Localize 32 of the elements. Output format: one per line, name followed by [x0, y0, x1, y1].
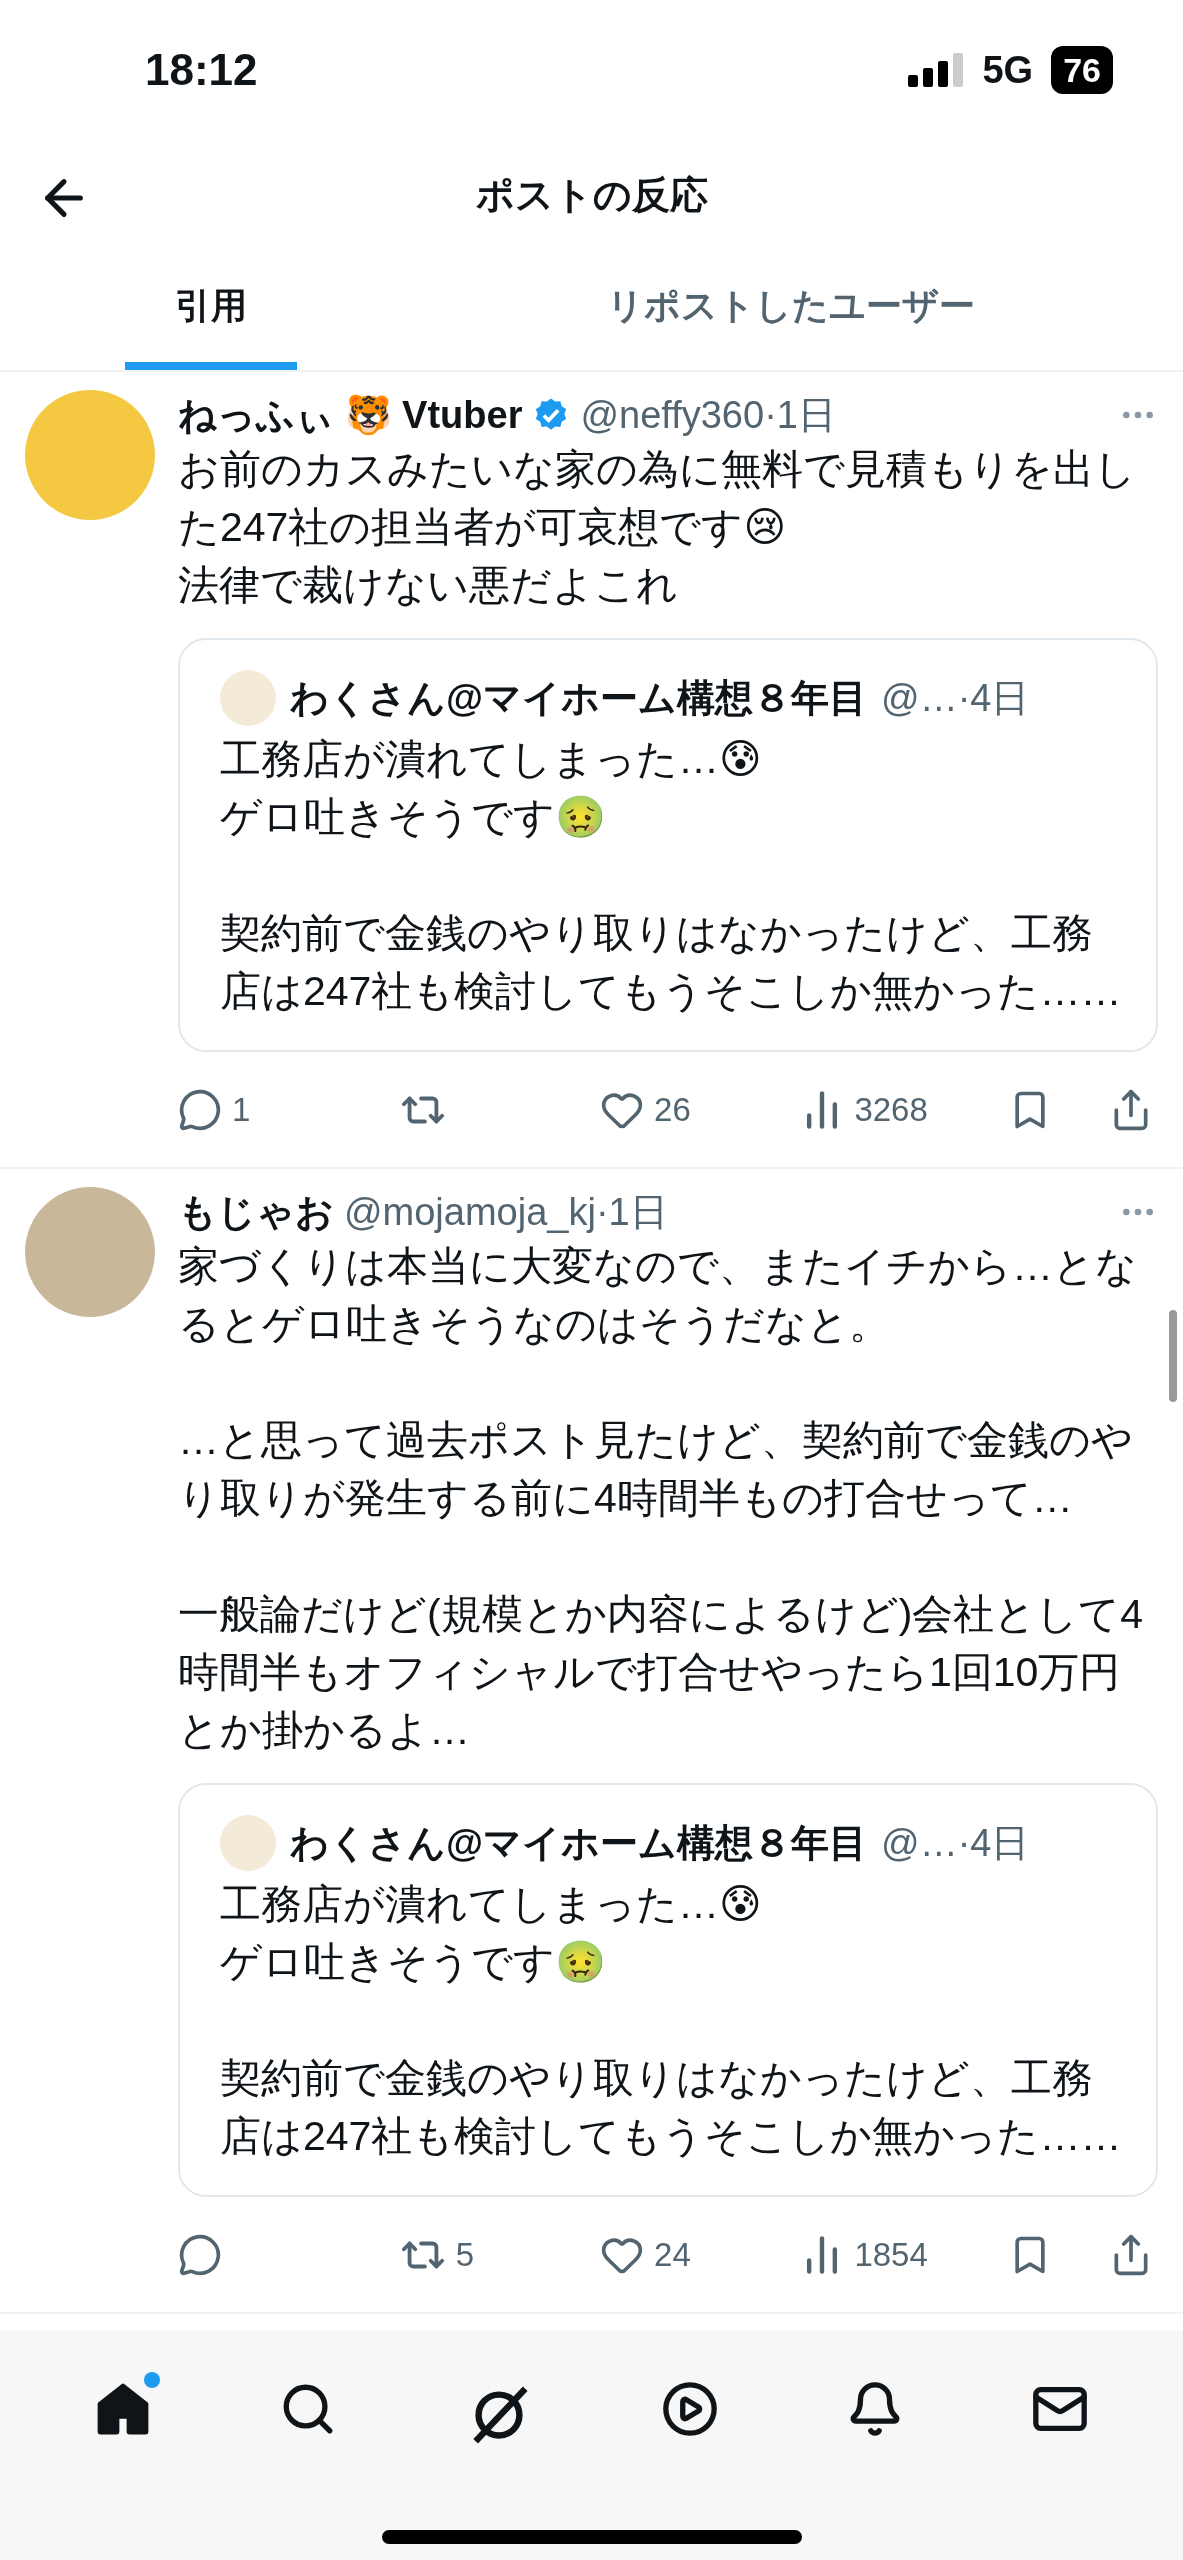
like-count: 24	[654, 2235, 691, 2274]
play-icon	[661, 2380, 720, 2438]
quoted-post-card[interactable]: わくさん@マイホーム構想８年目 @…·4日 工務店が潰れてしまった…😰 ゲロ吐きそうです🤢 契約前で金銭のやり取りはなかったけど、工務店は247社も検討してもうそこしか無かった……	[178, 638, 1158, 1052]
handle-and-time: @neffy360·1日	[580, 392, 836, 438]
like-count: 26	[654, 1090, 691, 1129]
view-count: 3268	[854, 1090, 928, 1129]
reply-button[interactable]	[178, 1087, 222, 1132]
display-name: もじゃお	[178, 1189, 334, 1235]
repost-count: 5	[455, 2235, 475, 2274]
quoted-avatar	[220, 1815, 276, 1871]
quoted-post-text: 工務店が潰れてしまった…😰 ゲロ吐きそうです🤢 契約前で金銭のやり取りはなかったけど、工務店は247社も検討してもうそこしか無かった……	[220, 735, 1122, 1016]
post-text: 家づくりは本当に大変なので、またイチから…となるとゲロ吐きそうなのはそうだなと。 …と思って過去ポスト見たけど、契約前で金銭のやり取りが発生する前に4時間半もの打合せって… 一般論だけど(規模とか内容によるけど)会社として4時間半もオフィシャルで打合せやったら1回10万円とか掛かるよ…	[178, 1242, 1145, 1755]
display-name: ねっふぃ 🐯 Vtuber	[178, 392, 523, 438]
reply-button[interactable]	[178, 2232, 222, 2277]
page-title: ポストの反応	[475, 172, 708, 218]
signal-icon	[908, 53, 965, 87]
network-label: 5G	[982, 48, 1034, 92]
battery-level: 76	[1051, 46, 1113, 94]
tab[interactable]: 引用	[125, 250, 297, 370]
quoted-handle-and-time: @…·4日	[881, 1820, 1030, 1866]
quoted-display-name: わくさん@マイホーム構想８年目	[290, 675, 868, 721]
quoted-post-text: 工務店が潰れてしまった…😰 ゲロ吐きそうです🤢 契約前で金銭のやり取りはなかったけど、工務店は247社も検討してもうそこしか無かった……	[220, 1880, 1122, 2161]
quoted-avatar	[220, 670, 276, 726]
tab[interactable]: リポストしたユーザー	[557, 250, 1025, 370]
status-time: 18:12	[145, 45, 258, 95]
view-count: 1854	[854, 2235, 928, 2274]
quoted-handle-and-time: @…·4日	[881, 675, 1030, 721]
quoted-display-name: わくさん@マイホーム構想８年目	[290, 1820, 868, 1866]
reply-count: 1	[232, 1090, 251, 1129]
quoted-post-card[interactable]: わくさん@マイホーム構想８年目 @…·4日 工務店が潰れてしまった…😰 ゲロ吐きそうです🤢 契約前で金銭のやり取りはなかったけど、工務店は247社も検討してもうそこしか無かった……	[178, 1783, 1158, 2197]
post-text: お前のカスみたいな家の為に無料で見積もりを出した247社の担当者が可哀想です😢 法律で裁けない悪だよこれ	[178, 445, 1137, 610]
handle-and-time: @mojamoja_kj·1日	[344, 1189, 668, 1235]
